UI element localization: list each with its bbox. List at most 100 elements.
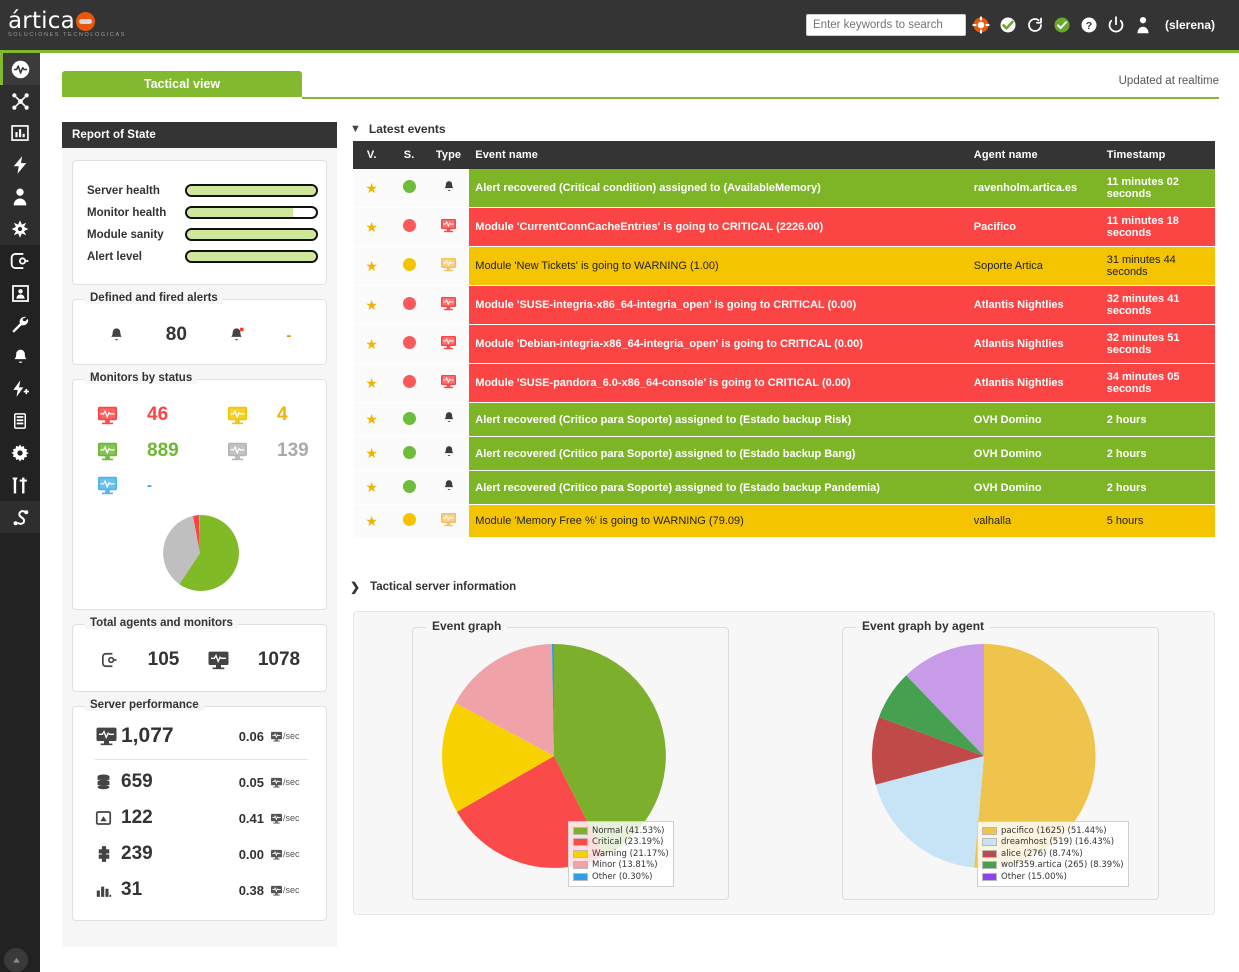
- sidebar-group-secondary: [0, 245, 40, 501]
- tab-tactical-view[interactable]: Tactical view: [62, 71, 302, 97]
- sidebar-item-links[interactable]: [0, 501, 40, 533]
- event-agent-cell[interactable]: Atlantis Nightlies: [968, 325, 1101, 364]
- event-agent-cell[interactable]: Atlantis Nightlies: [968, 364, 1101, 403]
- star-icon[interactable]: ★: [365, 445, 378, 461]
- event-name-cell[interactable]: Module 'SUSE-integria-x86_64-integria_op…: [469, 286, 968, 325]
- event-agent-cell[interactable]: OVH Domino: [968, 437, 1101, 471]
- sidebar-item-events[interactable]: [0, 149, 40, 181]
- event-validate-star[interactable]: ★: [353, 403, 390, 437]
- star-icon[interactable]: ★: [365, 375, 378, 391]
- sidebar-item-tools[interactable]: [0, 213, 40, 245]
- table-row[interactable]: ★ Module 'SUSE-integria-x86_64-integria_o…: [353, 286, 1215, 325]
- sidebar-item-users[interactable]: [0, 181, 40, 213]
- latest-events-header[interactable]: ▼ Latest events: [350, 122, 446, 136]
- username-label[interactable]: (slerena): [1165, 18, 1215, 32]
- column-header-visibility[interactable]: V.: [353, 141, 390, 169]
- table-row[interactable]: ★ Module 'SUSE-pandora_6.0-x86_64-console…: [353, 364, 1215, 403]
- event-name-cell[interactable]: Module 'SUSE-pandora_6.0-x86_64-console'…: [469, 364, 968, 403]
- table-row[interactable]: ★ Alert recovered (Critico para Soporte) …: [353, 403, 1215, 437]
- event-name-cell[interactable]: Module 'Memory Free %' is going to WARNI…: [469, 505, 968, 538]
- event-validate-star[interactable]: ★: [353, 364, 390, 403]
- sidebar-collapse-button[interactable]: [4, 948, 28, 972]
- event-name-cell[interactable]: Alert recovered (Critical condition) ass…: [469, 169, 968, 208]
- column-header-agent-name[interactable]: Agent name: [968, 141, 1101, 169]
- event-agent-cell[interactable]: Atlantis Nightlies: [968, 286, 1101, 325]
- star-icon[interactable]: ★: [365, 258, 378, 274]
- star-icon[interactable]: ★: [365, 297, 378, 313]
- event-name-cell[interactable]: Alert recovered (Critico para Soporte) a…: [469, 471, 968, 505]
- legend-item: Other (0.30%): [573, 871, 669, 883]
- monitor-icon: [440, 374, 457, 389]
- sidebar-item-monitoring[interactable]: [0, 53, 40, 85]
- logo[interactable]: ártica SOLUCIONES TECNOLOGICAS: [8, 8, 178, 44]
- search-box[interactable]: [806, 14, 966, 36]
- power-icon[interactable]: [1107, 16, 1125, 34]
- star-icon[interactable]: ★: [365, 180, 378, 196]
- event-name-cell[interactable]: Alert recovered (Critico para Soporte) a…: [469, 403, 968, 437]
- event-agent-cell[interactable]: ravenholm.artica.es: [968, 169, 1101, 208]
- column-header-timestamp[interactable]: Timestamp: [1101, 141, 1215, 169]
- chevron-right-icon[interactable]: ❯: [350, 580, 360, 594]
- health-summary: Server health Monitor health Module sani…: [72, 160, 327, 285]
- star-icon[interactable]: ★: [365, 336, 378, 352]
- event-name-cell[interactable]: Module 'Debian-integria-x86_64-integria_…: [469, 325, 968, 364]
- sidebar-item-agents[interactable]: [0, 245, 40, 277]
- column-header-status[interactable]: S.: [390, 141, 427, 169]
- table-row[interactable]: ★ Alert recovered (Critical condition) as…: [353, 169, 1215, 208]
- sidebar-item-extensions[interactable]: [0, 469, 40, 501]
- star-icon[interactable]: ★: [365, 219, 378, 235]
- event-validate-star[interactable]: ★: [353, 437, 390, 471]
- sidebar-item-setup[interactable]: [0, 437, 40, 469]
- status-dot-icon: [403, 375, 416, 388]
- table-header-row: V. S. Type Event name Agent name Timesta…: [353, 141, 1215, 169]
- sidebar-item-event-config[interactable]: [0, 373, 40, 405]
- event-validate-star[interactable]: ★: [353, 471, 390, 505]
- monitor-critical-icon: [97, 406, 118, 425]
- event-name-cell[interactable]: Module 'CurrentConnCacheEntries' is goin…: [469, 208, 968, 247]
- table-row[interactable]: ★ Module 'CurrentConnCacheEntries' is goi…: [353, 208, 1215, 247]
- tactical-server-information-header[interactable]: ❯ Tactical server information: [350, 580, 516, 594]
- event-validate-star[interactable]: ★: [353, 505, 390, 538]
- event-validate-star[interactable]: ★: [353, 286, 390, 325]
- event-agent-cell[interactable]: OVH Domino: [968, 471, 1101, 505]
- sidebar-item-servers[interactable]: [0, 277, 40, 309]
- sidebar-item-database[interactable]: [0, 405, 40, 437]
- lifebuoy-icon[interactable]: [972, 16, 990, 34]
- star-icon[interactable]: ★: [365, 513, 378, 529]
- refresh-icon[interactable]: [1026, 16, 1044, 34]
- setup-gear-icon: [10, 443, 30, 463]
- health-bar-server: [185, 184, 318, 197]
- event-graph-by-agent-title: Event graph by agent: [856, 619, 990, 633]
- chevron-down-icon[interactable]: ▼: [350, 123, 361, 135]
- check-circle-filled-icon[interactable]: [1053, 16, 1071, 34]
- event-validate-star[interactable]: ★: [353, 169, 390, 208]
- table-row[interactable]: ★ Module 'Debian-integria-x86_64-integria…: [353, 325, 1215, 364]
- event-agent-cell[interactable]: Soporte Artica: [968, 247, 1101, 286]
- column-header-event-name[interactable]: Event name: [469, 141, 968, 169]
- star-icon[interactable]: ★: [365, 411, 378, 427]
- sidebar-item-configuration[interactable]: [0, 309, 40, 341]
- legend-label: Normal (41.53%): [592, 826, 665, 836]
- health-row: Monitor health: [87, 206, 318, 219]
- table-row[interactable]: ★ Alert recovered (Critico para Soporte) …: [353, 437, 1215, 471]
- sidebar-item-alerts[interactable]: [0, 341, 40, 373]
- table-row[interactable]: ★ Alert recovered (Critico para Soporte) …: [353, 471, 1215, 505]
- event-name-cell[interactable]: Module 'New Tickets' is going to WARNING…: [469, 247, 968, 286]
- event-name-cell[interactable]: Alert recovered (Critico para Soporte) a…: [469, 437, 968, 471]
- help-circle-icon[interactable]: ?: [1080, 16, 1098, 34]
- search-input[interactable]: [813, 19, 967, 31]
- event-agent-cell[interactable]: valhalla: [968, 505, 1101, 538]
- event-validate-star[interactable]: ★: [353, 247, 390, 286]
- star-icon[interactable]: ★: [365, 479, 378, 495]
- event-agent-cell[interactable]: Pacifico: [968, 208, 1101, 247]
- table-row[interactable]: ★ Module 'New Tickets' is going to WARNIN…: [353, 247, 1215, 286]
- sidebar-item-topology[interactable]: [0, 85, 40, 117]
- table-row[interactable]: ★ Module 'Memory Free %' is going to WARN…: [353, 505, 1215, 538]
- event-validate-star[interactable]: ★: [353, 208, 390, 247]
- user-icon[interactable]: [1134, 16, 1152, 34]
- column-header-type[interactable]: Type: [428, 141, 470, 169]
- check-circle-icon[interactable]: [999, 16, 1017, 34]
- sidebar-item-reports[interactable]: [0, 117, 40, 149]
- event-agent-cell[interactable]: OVH Domino: [968, 403, 1101, 437]
- event-validate-star[interactable]: ★: [353, 325, 390, 364]
